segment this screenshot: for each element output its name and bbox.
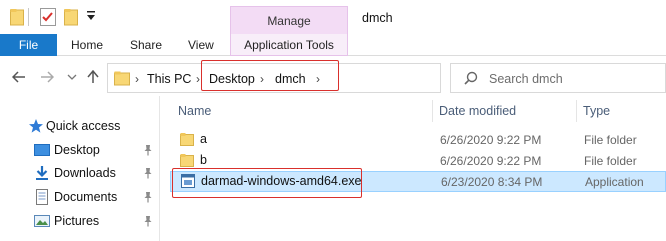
nav-label: Pictures — [54, 214, 100, 228]
file-type: File folder — [584, 133, 637, 147]
folder-icon — [180, 153, 194, 167]
table-row[interactable]: a 6/26/2020 9:22 PM File folder — [170, 129, 666, 150]
up-arrow-icon[interactable] — [87, 69, 99, 85]
manage-tab[interactable]: Manage — [230, 6, 348, 34]
nav-item-downloads[interactable]: Downloads — [0, 163, 160, 183]
recent-locations-icon[interactable] — [67, 69, 77, 85]
title-bar: Manage dmch — [0, 0, 666, 34]
file-name: a — [200, 132, 207, 146]
pin-icon[interactable] — [143, 167, 153, 179]
column-header-date-modified[interactable]: Date modified — [439, 96, 516, 126]
column-divider[interactable] — [432, 100, 433, 122]
documents-icon — [34, 189, 50, 205]
search-input[interactable] — [489, 70, 659, 88]
pin-icon[interactable] — [143, 191, 153, 203]
tab-share[interactable]: Share — [130, 34, 162, 56]
file-date: 6/23/2020 8:34 PM — [441, 175, 543, 189]
desktop-icon — [34, 142, 50, 158]
column-header-name[interactable]: Name — [178, 96, 211, 126]
pin-icon[interactable] — [143, 144, 153, 156]
new-folder-icon[interactable] — [64, 7, 78, 27]
nav-label: Documents — [54, 190, 118, 204]
folder-icon — [114, 70, 130, 89]
breadcrumb-this-pc[interactable]: This PC — [147, 72, 191, 86]
column-divider[interactable] — [576, 100, 577, 122]
folder-icon[interactable] — [10, 7, 24, 27]
tab-home[interactable]: Home — [71, 34, 103, 56]
nav-item-quick-access[interactable]: Quick access — [0, 116, 160, 136]
nav-item-documents[interactable]: Documents — [0, 187, 160, 207]
path-highlight-box — [201, 60, 339, 91]
ribbon-tabs: File Home Share View Application Tools — [0, 34, 666, 56]
file-highlight-box — [172, 168, 362, 198]
nav-label: Desktop — [54, 143, 100, 157]
file-date: 6/26/2020 9:22 PM — [440, 133, 542, 147]
pin-icon[interactable] — [143, 215, 153, 227]
file-type: File folder — [584, 154, 637, 168]
tab-application-tools[interactable]: Application Tools — [230, 34, 348, 56]
chevron-right-icon[interactable]: › — [196, 72, 200, 86]
tab-file[interactable]: File — [0, 34, 57, 56]
file-date: 6/26/2020 9:22 PM — [440, 154, 542, 168]
tab-view[interactable]: View — [188, 34, 214, 56]
folder-icon — [180, 132, 194, 146]
customize-toolbar-icon[interactable] — [86, 9, 96, 23]
back-arrow-icon[interactable] — [12, 69, 26, 85]
star-icon — [28, 118, 44, 134]
file-type: Application — [585, 175, 644, 189]
chevron-right-icon[interactable]: › — [135, 72, 139, 86]
forward-arrow-icon[interactable] — [40, 69, 54, 85]
nav-label: Downloads — [54, 166, 116, 180]
column-header-type[interactable]: Type — [583, 96, 610, 126]
search-box[interactable] — [450, 63, 666, 93]
navigation-pane: Quick access Desktop Downloads Documents — [0, 96, 160, 241]
properties-icon[interactable] — [40, 7, 56, 27]
window-title: dmch — [362, 11, 393, 25]
nav-item-desktop[interactable]: Desktop — [0, 140, 160, 160]
nav-label: Quick access — [46, 119, 121, 133]
file-name: b — [200, 153, 207, 167]
pictures-icon — [34, 213, 50, 229]
nav-item-pictures[interactable]: Pictures — [0, 211, 160, 231]
separator — [28, 8, 29, 26]
download-icon — [34, 165, 50, 181]
search-icon — [464, 71, 478, 88]
